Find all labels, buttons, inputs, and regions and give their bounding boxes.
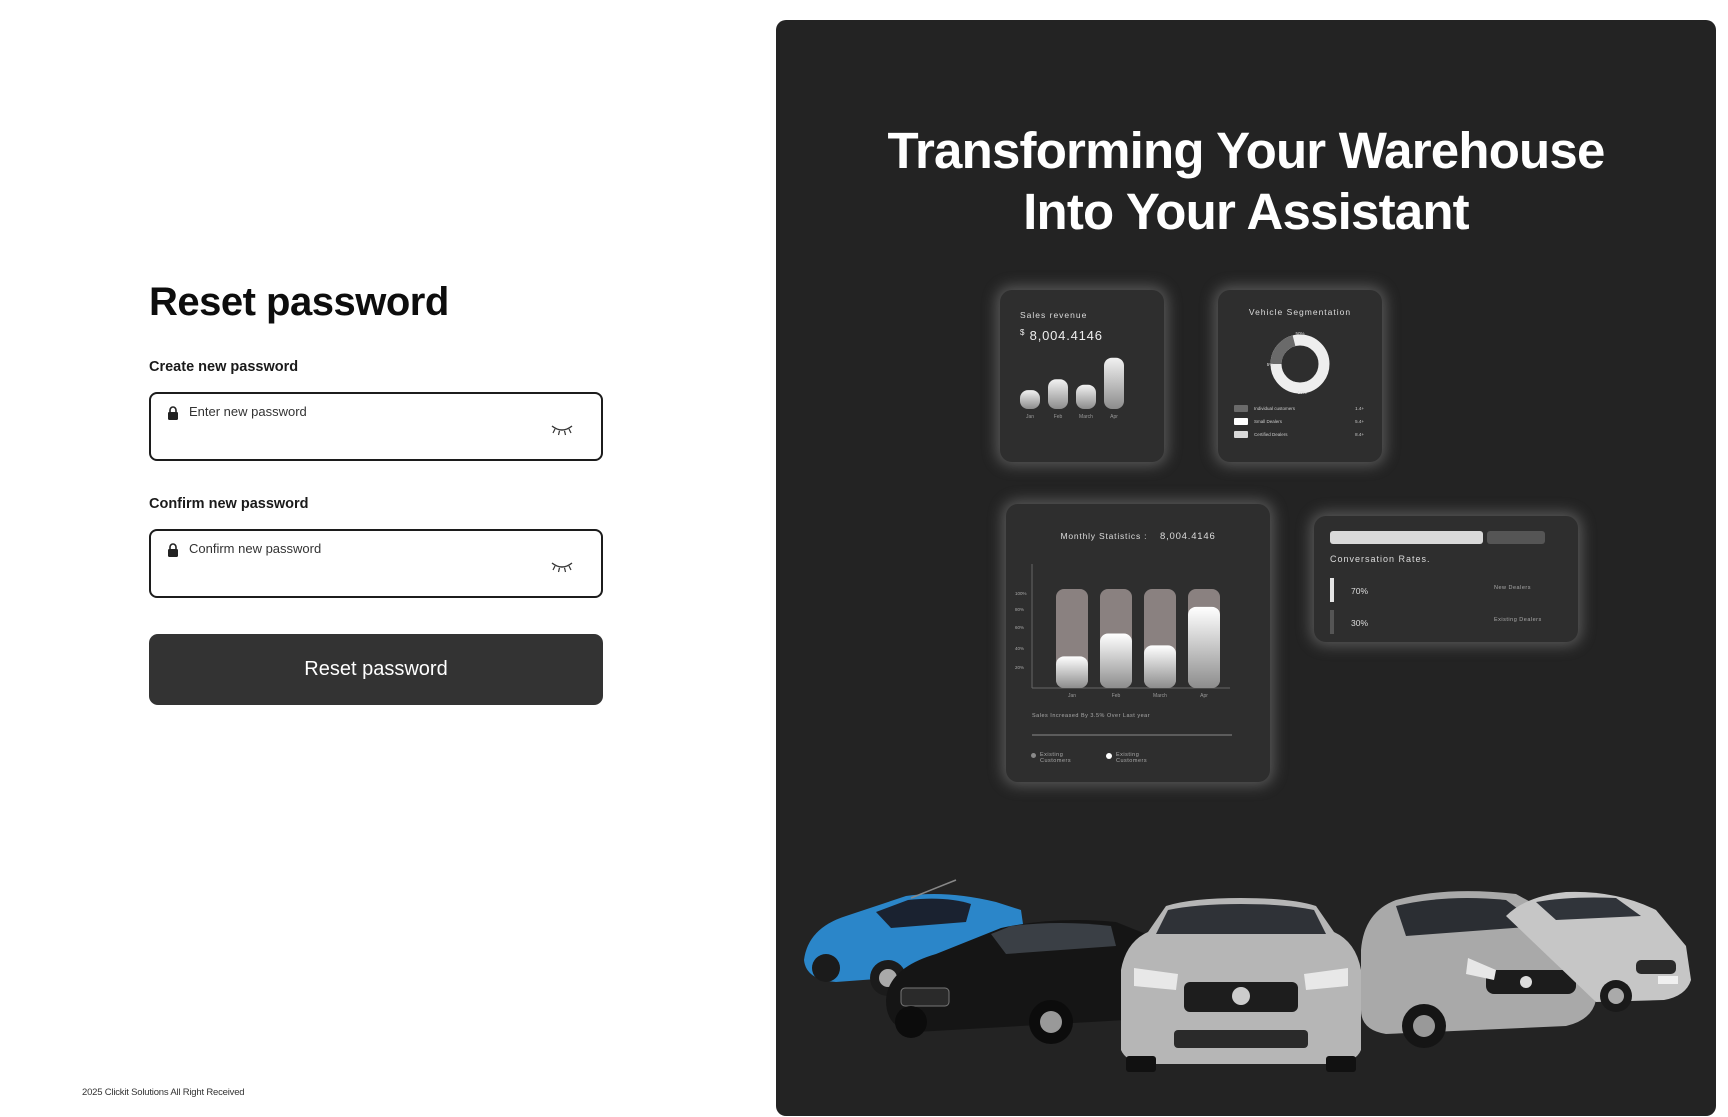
- lock-icon: [168, 406, 178, 420]
- legend-label: Existing Customers: [1116, 752, 1148, 764]
- monthly-legend-item-1: Existing Customers: [1031, 752, 1080, 764]
- lock-icon: [168, 543, 178, 557]
- conversion-rates-card: Conversation Rates. 70% New Dealers 30% …: [1314, 516, 1578, 642]
- create-password-input[interactable]: [189, 424, 541, 452]
- create-password-placeholder: Enter new password: [189, 404, 307, 419]
- monthly-bar-fill: [1144, 645, 1176, 688]
- cars-illustration: [804, 879, 1691, 1072]
- legend-value: 8.4+: [1355, 432, 1364, 437]
- segmentation-legend-row: Certified Dealers 8.4+: [1234, 428, 1366, 441]
- vehicle-segmentation-title: Vehicle Segmentation: [1248, 307, 1352, 317]
- sales-increase-note: Sales Increased By 3.5% Over Last year: [1032, 713, 1151, 719]
- y-tick-label: 40%: [1015, 646, 1024, 651]
- legend-swatch: [1234, 405, 1248, 412]
- legend-swatch: [1234, 431, 1248, 438]
- promo-headline: Transforming Your Warehouse Into Your As…: [776, 120, 1716, 242]
- donut-label-bottom: 10%: [1297, 390, 1306, 395]
- silver-sedan-front-image: [1121, 898, 1361, 1072]
- eye-closed-icon[interactable]: [551, 559, 573, 573]
- create-password-label: Create new password: [149, 359, 299, 375]
- conversion-row-2: 30% Existing Dealers: [1330, 610, 1562, 634]
- conversion-bar-secondary: [1487, 531, 1545, 544]
- conversion-row-value: 70%: [1351, 586, 1369, 596]
- y-tick-label: 80%: [1015, 607, 1024, 612]
- monthly-legend-item-2: Existing Customers: [1106, 752, 1156, 764]
- sales-month-label: Jan: [1026, 414, 1034, 420]
- conversion-row-label: Existing Dealers: [1494, 617, 1542, 623]
- confirm-password-label: Confirm new password: [149, 496, 309, 512]
- eye-closed-icon[interactable]: [551, 422, 573, 436]
- y-tick-label: 60%: [1015, 625, 1024, 630]
- sales-month-label: Feb: [1054, 414, 1063, 420]
- monthly-month-label: March: [1153, 693, 1167, 699]
- legend-dot-white: [1106, 753, 1112, 759]
- sales-month-label: Apr: [1110, 414, 1118, 420]
- reset-password-form: Reset password Create new password Enter…: [149, 278, 603, 705]
- conversion-row-marker: [1330, 610, 1334, 634]
- segmentation-legend: Individual customers 1.4+ Small Dealers 5.4…: [1234, 402, 1366, 441]
- reset-password-button[interactable]: Reset password: [149, 634, 603, 705]
- headline-line-1: Transforming Your Warehouse: [887, 122, 1605, 179]
- monthly-month-label: Feb: [1112, 693, 1121, 699]
- donut-label-top: 50%: [1295, 331, 1304, 336]
- sales-month-label: March: [1079, 414, 1093, 420]
- legend-name: Certified Dealers: [1254, 432, 1288, 437]
- monthly-divider: [1032, 734, 1232, 736]
- conversion-bar-primary: [1330, 531, 1483, 544]
- sales-bar-chart: Jan Feb March Apr: [1020, 357, 1124, 420]
- confirm-password-field[interactable]: Confirm new password: [149, 529, 603, 598]
- conversion-rates-title: Conversation Rates.: [1330, 554, 1431, 564]
- conversion-row-value: 30%: [1351, 618, 1369, 628]
- confirm-password-placeholder: Confirm new password: [189, 541, 322, 556]
- monthly-statistics-card: Monthly Statistics : 8,004.4146 100% 80% 6…: [1006, 504, 1270, 782]
- promo-panel: Transforming Your Warehouse Into Your As…: [776, 20, 1716, 1116]
- page-title: Reset password: [149, 280, 449, 324]
- legend-name: Individual customers: [1254, 406, 1296, 411]
- conversion-row-label: New Dealers: [1494, 585, 1531, 591]
- conversion-row-marker: [1330, 578, 1334, 602]
- vehicle-segmentation-card: Vehicle Segmentation 50% 5% 10% Individu…: [1218, 290, 1382, 462]
- legend-dot-grey: [1031, 753, 1036, 758]
- segmentation-legend-row: Small Dealers 5.4+: [1234, 415, 1366, 428]
- legend-swatch: [1234, 418, 1248, 425]
- donut-label-left: 5%: [1267, 362, 1274, 367]
- monthly-bar-fill: [1100, 633, 1132, 688]
- reset-password-page: Reset password Create new password Enter…: [0, 0, 1728, 1117]
- legend-value: 5.4+: [1355, 419, 1364, 424]
- confirm-password-input[interactable]: [189, 561, 541, 589]
- segmentation-legend-row: Individual customers 1.4+: [1234, 402, 1366, 415]
- monthly-bar-fill: [1056, 656, 1088, 688]
- legend-label: Existing Customers: [1040, 752, 1072, 764]
- conversion-row-1: 70% New Dealers: [1330, 578, 1562, 602]
- headline-line-2: Into Your Assistant: [1023, 183, 1470, 240]
- sales-bar: [1104, 357, 1124, 409]
- legend-value: 1.4+: [1355, 406, 1364, 411]
- sales-revenue-card: Sales revenue $ 8,004.4146 Jan Feb March Ap…: [1000, 290, 1164, 462]
- sales-bar: [1076, 384, 1096, 409]
- monthly-month-label: Jan: [1068, 693, 1076, 699]
- monthly-bar-chart: 100% 80% 60% 40% 20% Jan Feb March Apr: [1015, 564, 1230, 699]
- create-password-field[interactable]: Enter new password: [149, 392, 603, 461]
- copyright-text: 2025 Clickit Solutions All Right Receive…: [82, 1087, 245, 1098]
- y-tick-label: 100%: [1015, 591, 1027, 596]
- y-tick-label: 20%: [1015, 665, 1024, 670]
- monthly-bar-fill: [1188, 606, 1220, 688]
- legend-name: Small Dealers: [1254, 419, 1283, 424]
- sales-bar: [1048, 379, 1068, 409]
- monthly-month-label: Apr: [1200, 693, 1208, 699]
- sales-bar: [1020, 390, 1040, 409]
